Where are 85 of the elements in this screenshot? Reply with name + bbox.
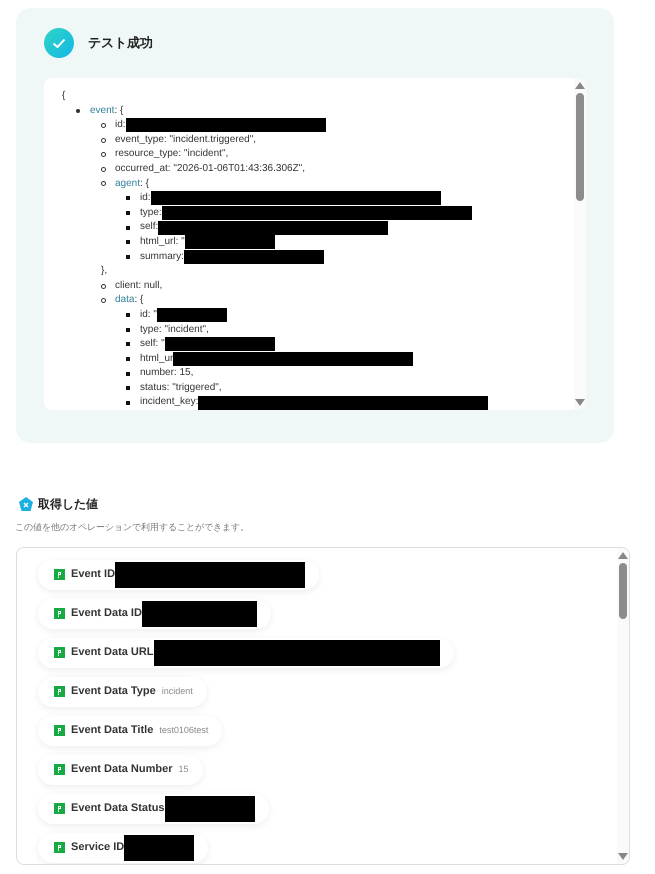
json-text: incident_key: <box>140 395 198 410</box>
output-chip[interactable]: Event Data Type incident <box>38 676 207 706</box>
bullet-icon <box>126 386 130 390</box>
section-title: 取得した値 <box>38 496 98 513</box>
app-logo-icon <box>54 686 65 697</box>
output-label: Event Data Status <box>71 801 165 816</box>
bullet-icon <box>126 356 130 361</box>
json-text: number: 15, <box>140 366 194 380</box>
output-label: Event Data ID <box>71 606 142 622</box>
app-logo-icon <box>54 725 65 736</box>
json-text: type: <box>140 206 162 220</box>
bullet-icon <box>126 313 130 318</box>
variable-icon <box>18 496 34 512</box>
output-chip[interactable]: Service ID <box>38 832 208 862</box>
json-text: summary: <box>140 250 184 264</box>
section-subtitle: この値を他のオペレーションで利用することができます。 <box>15 521 250 534</box>
json-text: id: <box>140 191 151 206</box>
app-logo-icon <box>54 569 65 580</box>
scroll-up-icon[interactable] <box>618 552 628 558</box>
output-value: incident <box>162 684 193 698</box>
output-label: Event ID <box>71 567 116 582</box>
scrollbar[interactable] <box>574 78 586 410</box>
bullet-icon <box>126 400 130 405</box>
bullet-icon <box>126 328 130 332</box>
bullet-icon <box>101 152 106 158</box>
app-logo-icon <box>54 647 65 658</box>
json-text: : { <box>134 293 144 308</box>
app-logo-icon <box>54 803 65 814</box>
app-logo-icon <box>54 764 65 775</box>
output-value: test0106test <box>159 724 208 737</box>
json-text: id: " <box>140 308 157 322</box>
json-key: agent <box>115 176 140 192</box>
bullet-icon <box>126 342 130 346</box>
bullet-icon <box>126 196 130 200</box>
check-icon <box>44 28 74 58</box>
scroll-down-icon[interactable] <box>618 852 628 860</box>
json-key: data <box>115 293 134 308</box>
output-chip[interactable]: Event ID <box>38 560 320 590</box>
output-chip[interactable]: Event Data Title test0106test <box>38 716 222 746</box>
output-value: 15 <box>178 762 188 776</box>
json-text: }, <box>101 264 108 278</box>
scrollbar[interactable] <box>617 548 629 864</box>
output-label: Service ID <box>71 840 124 856</box>
json-text: : { <box>140 176 149 191</box>
result-title: テスト成功 <box>88 34 153 52</box>
output-label: Event Data Number <box>71 762 172 778</box>
json-text: resource_type: "incident", <box>115 147 228 162</box>
bullet-icon <box>126 226 130 230</box>
bullet-icon <box>101 181 106 186</box>
json-text: type: "incident", <box>140 322 209 336</box>
output-chip[interactable]: Event Data ID <box>38 598 271 628</box>
json-text: : { <box>114 104 124 118</box>
scroll-up-icon[interactable] <box>575 82 585 89</box>
bullet-icon <box>126 254 130 259</box>
bullet-icon <box>101 138 106 143</box>
output-chip[interactable]: Event Data Status <box>38 794 269 824</box>
output-label: Event Data Type <box>71 684 156 700</box>
scroll-thumb[interactable] <box>576 93 584 201</box>
bullet-icon <box>126 211 130 216</box>
json-text: id: <box>115 118 126 132</box>
scroll-thumb[interactable] <box>619 562 627 618</box>
app-logo-icon <box>54 608 65 619</box>
bullet-icon <box>76 108 80 113</box>
bullet-icon <box>101 298 106 304</box>
json-text: event_type: "incident.triggered", <box>115 132 256 147</box>
scroll-down-icon[interactable] <box>575 399 585 406</box>
output-label: Event Data Title <box>71 723 154 738</box>
output-chip[interactable]: Event Data URL <box>38 638 454 668</box>
json-text: { <box>62 90 66 101</box>
app-logo-icon <box>54 842 65 853</box>
bullet-icon <box>101 284 106 289</box>
json-text: html_ur <box>140 352 174 366</box>
json-text: html_url: " <box>140 234 185 249</box>
json-text: status: "triggered", <box>140 380 222 395</box>
json-text: self: " <box>140 337 165 352</box>
json-key: event <box>90 104 114 118</box>
bullet-icon <box>101 122 106 128</box>
bullet-icon <box>126 372 130 376</box>
output-label: Event Data URL <box>71 645 154 660</box>
bullet-icon <box>126 240 130 244</box>
bullet-icon <box>101 166 106 172</box>
json-text: occurred_at: "2026-01-06T01:43:36.306Z", <box>115 162 305 176</box>
output-chip[interactable]: Event Data Number 15 <box>38 754 202 784</box>
json-text: client: null, <box>115 278 162 293</box>
json-text: self: <box>140 220 158 234</box>
